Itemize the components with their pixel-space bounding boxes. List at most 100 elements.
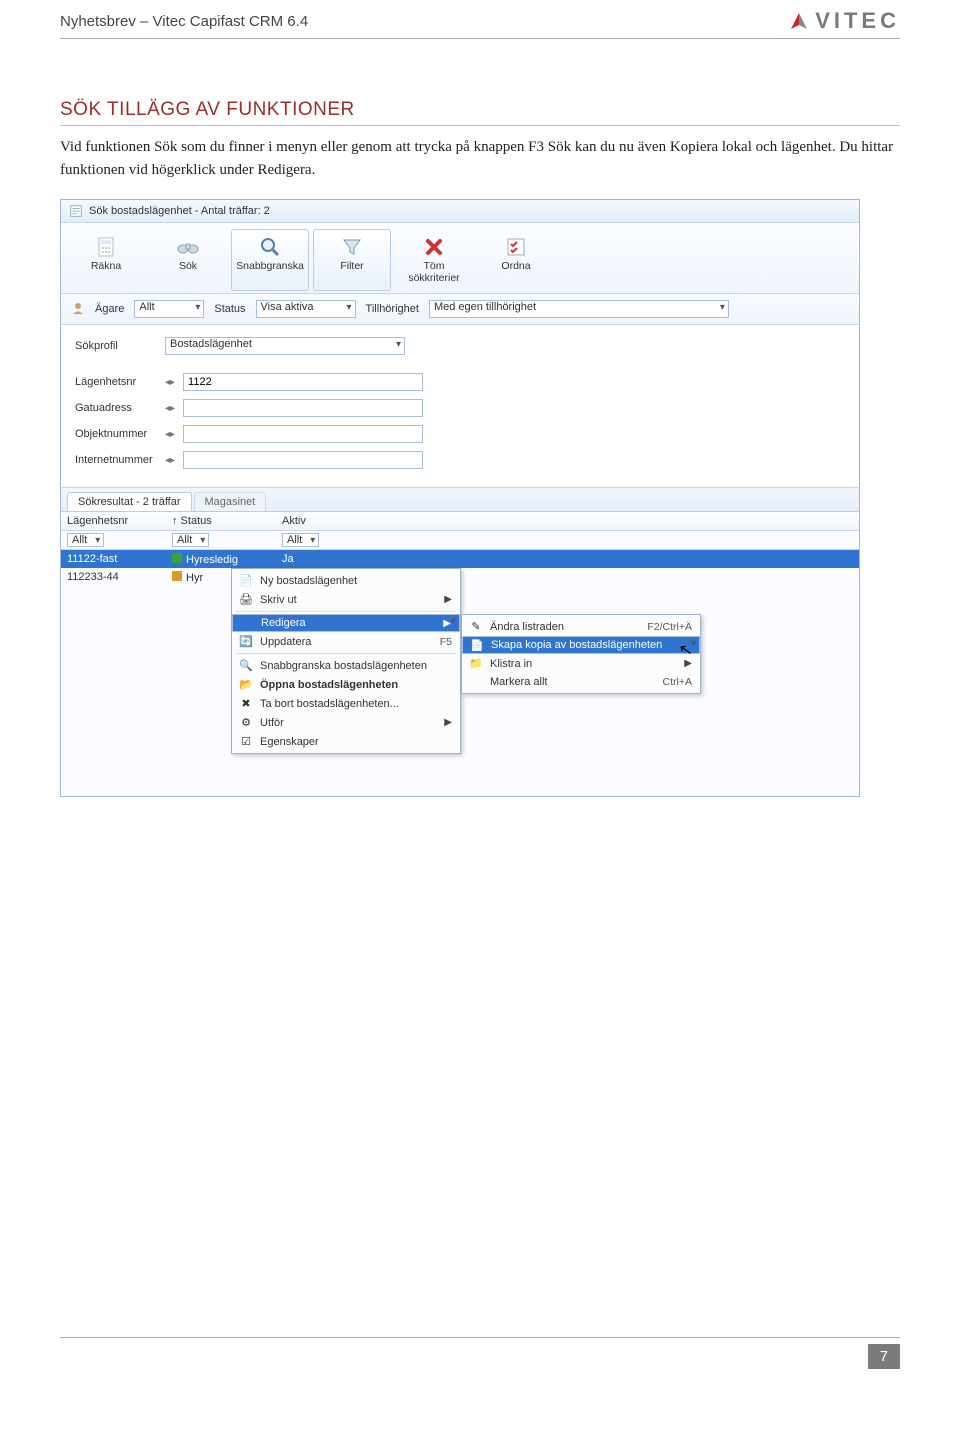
gatuadress-input[interactable]	[183, 399, 423, 417]
tool-label: Räkna	[70, 260, 142, 272]
status-select[interactable]: Visa aktiva	[256, 300, 356, 318]
menu-item-ny[interactable]: 📄Ny bostadslägenhet	[232, 571, 460, 590]
chevron-right-icon: ▶	[444, 594, 452, 605]
window-icon	[69, 204, 83, 218]
status-label: Status	[214, 303, 245, 315]
folder-open-icon: 📂	[238, 678, 254, 691]
tool-tom[interactable]: Töm sökkriterier	[395, 229, 473, 291]
filter-icon	[316, 234, 388, 260]
table-row[interactable]: 11122-fast Hyresledig Ja	[61, 550, 859, 568]
field-label: Internetnummer	[75, 454, 157, 466]
menu-item-snabbgranska[interactable]: 🔍Snabbgranska bostadslägenheten	[232, 656, 460, 675]
window-title: Sök bostadslägenhet - Antal träffar: 2	[89, 205, 270, 217]
arrows-icon: ◂▸	[165, 455, 175, 466]
menu-item-markeraallt[interactable]: Markera alltCtrl+A	[462, 673, 700, 691]
tool-ordna[interactable]: Ordna	[477, 229, 555, 291]
grid-body: 11122-fast Hyresledig Ja 112233-44 Hyr 📄…	[61, 550, 859, 796]
context-submenu: ✎Ändra listradenF2/Ctrl+Ä 📄Skapa kopia a…	[461, 614, 701, 694]
tool-filter[interactable]: Filter	[313, 229, 391, 291]
cell-lagenhetsnr: 112233-44	[61, 568, 166, 586]
paste-icon: 📁	[468, 657, 484, 670]
menu-item-oppna[interactable]: 📂Öppna bostadslägenheten	[232, 675, 460, 694]
chevron-right-icon: ▶	[444, 717, 452, 728]
magnifier-icon: 🔍	[238, 659, 254, 672]
gear-icon: ⚙	[238, 716, 254, 729]
owner-select[interactable]: Allt	[134, 300, 204, 318]
filter-c2[interactable]: Allt	[172, 533, 209, 547]
delete-icon: ✖	[238, 697, 254, 710]
tab-sokresultat[interactable]: Sökresultat - 2 träffar	[67, 492, 192, 511]
arrows-icon: ◂▸	[165, 429, 175, 440]
tab-magasinet[interactable]: Magasinet	[194, 492, 267, 511]
belong-select[interactable]: Med egen tillhörighet	[429, 300, 729, 318]
status-dot-icon	[172, 553, 182, 563]
tool-snabbgranska[interactable]: Snabbgranska	[231, 229, 309, 291]
filter-bar: Ägare Allt Status Visa aktiva Tillhörigh…	[61, 294, 859, 325]
page-footer: 7	[60, 1337, 900, 1369]
objektnummer-input[interactable]	[183, 425, 423, 443]
tool-label: Ordna	[480, 260, 552, 272]
search-form: Sökprofil Bostadslägenhet Lägenhetsnr ◂▸…	[61, 325, 859, 488]
menu-item-uppdatera[interactable]: 🔄UppdateraF5	[232, 632, 460, 651]
copy-icon: 📄	[469, 639, 485, 652]
col-lagenhetsnr[interactable]: Lägenhetsnr	[61, 512, 166, 530]
menu-item-egenskaper[interactable]: ☑Egenskaper	[232, 732, 460, 751]
tool-label: Snabbgranska	[234, 260, 306, 272]
chevron-right-icon: ▶	[443, 618, 451, 629]
arrows-icon: ◂▸	[165, 377, 175, 388]
clear-icon	[398, 234, 470, 260]
binoculars-icon	[152, 234, 224, 260]
properties-icon: ☑	[238, 735, 254, 748]
document-icon: 📄	[238, 574, 254, 587]
grid-header: Lägenhetsnr ↑ Status Aktiv	[61, 512, 859, 531]
menu-item-tabort[interactable]: ✖Ta bort bostadslägenheten...	[232, 694, 460, 713]
menu-item-redigera[interactable]: Redigera▶	[232, 614, 460, 632]
menu-separator	[236, 653, 456, 654]
page-number: 7	[868, 1344, 900, 1369]
tool-label: Töm sökkriterier	[398, 260, 470, 284]
field-label: Gatuadress	[75, 402, 157, 414]
doc-header-title: Nyhetsbrev – Vitec Capifast CRM 6.4	[60, 13, 308, 30]
titlebar: Sök bostadslägenhet - Antal träffar: 2	[61, 200, 859, 223]
grid-filter-row: Allt Allt Allt	[61, 531, 859, 550]
col-aktiv[interactable]: Aktiv	[276, 512, 366, 530]
menu-item-klistrain[interactable]: 📁Klistra in▶	[462, 654, 700, 673]
menu-item-utfor[interactable]: ⚙Utför▶	[232, 713, 460, 732]
magnifier-icon	[234, 234, 306, 260]
cell-aktiv: Ja	[276, 550, 366, 568]
field-label: Objektnummer	[75, 428, 157, 440]
tool-rakna[interactable]: Räkna	[67, 229, 145, 291]
owner-label: Ägare	[95, 303, 124, 315]
menu-item-andra[interactable]: ✎Ändra listradenF2/Ctrl+Ä	[462, 617, 700, 636]
cell-lagenhetsnr: 11122-fast	[61, 550, 166, 568]
tool-sok[interactable]: Sök	[149, 229, 227, 291]
arrows-icon: ◂▸	[165, 403, 175, 414]
col-status[interactable]: ↑ Status	[166, 512, 276, 530]
result-tabs: Sökresultat - 2 träffar Magasinet	[61, 488, 859, 512]
menu-item-skapakopia[interactable]: 📄Skapa kopia av bostadslägenheten	[462, 636, 700, 654]
internetnummer-input[interactable]	[183, 451, 423, 469]
filter-c1[interactable]: Allt	[67, 533, 104, 547]
menu-separator	[236, 611, 456, 612]
print-icon: 🖨	[238, 593, 254, 606]
profile-label: Sökprofil	[75, 340, 157, 352]
cell-status: Hyresledig	[166, 550, 276, 569]
toolbar: Räkna Sök Snabbgranska Filter	[61, 223, 859, 294]
brand-icon	[789, 11, 809, 31]
brand-logo: VITEC	[789, 8, 900, 34]
section-title: SÖK TILLÄGG AV FUNKTIONER	[60, 99, 900, 126]
checklist-icon	[480, 234, 552, 260]
person-icon	[71, 301, 85, 318]
tool-label: Filter	[316, 260, 388, 272]
lagenhetsnr-input[interactable]	[183, 373, 423, 391]
profile-select[interactable]: Bostadslägenhet	[165, 337, 405, 355]
document-header: Nyhetsbrev – Vitec Capifast CRM 6.4 VITE…	[60, 0, 900, 39]
tool-label: Sök	[152, 260, 224, 272]
edit-icon: ✎	[468, 620, 484, 633]
status-dot-icon	[172, 571, 182, 581]
belong-label: Tillhörighet	[366, 303, 419, 315]
calculator-icon	[70, 234, 142, 260]
menu-item-skrivut[interactable]: 🖨Skriv ut▶	[232, 590, 460, 609]
context-menu: 📄Ny bostadslägenhet 🖨Skriv ut▶ Redigera▶…	[231, 568, 461, 754]
filter-c3[interactable]: Allt	[282, 533, 319, 547]
